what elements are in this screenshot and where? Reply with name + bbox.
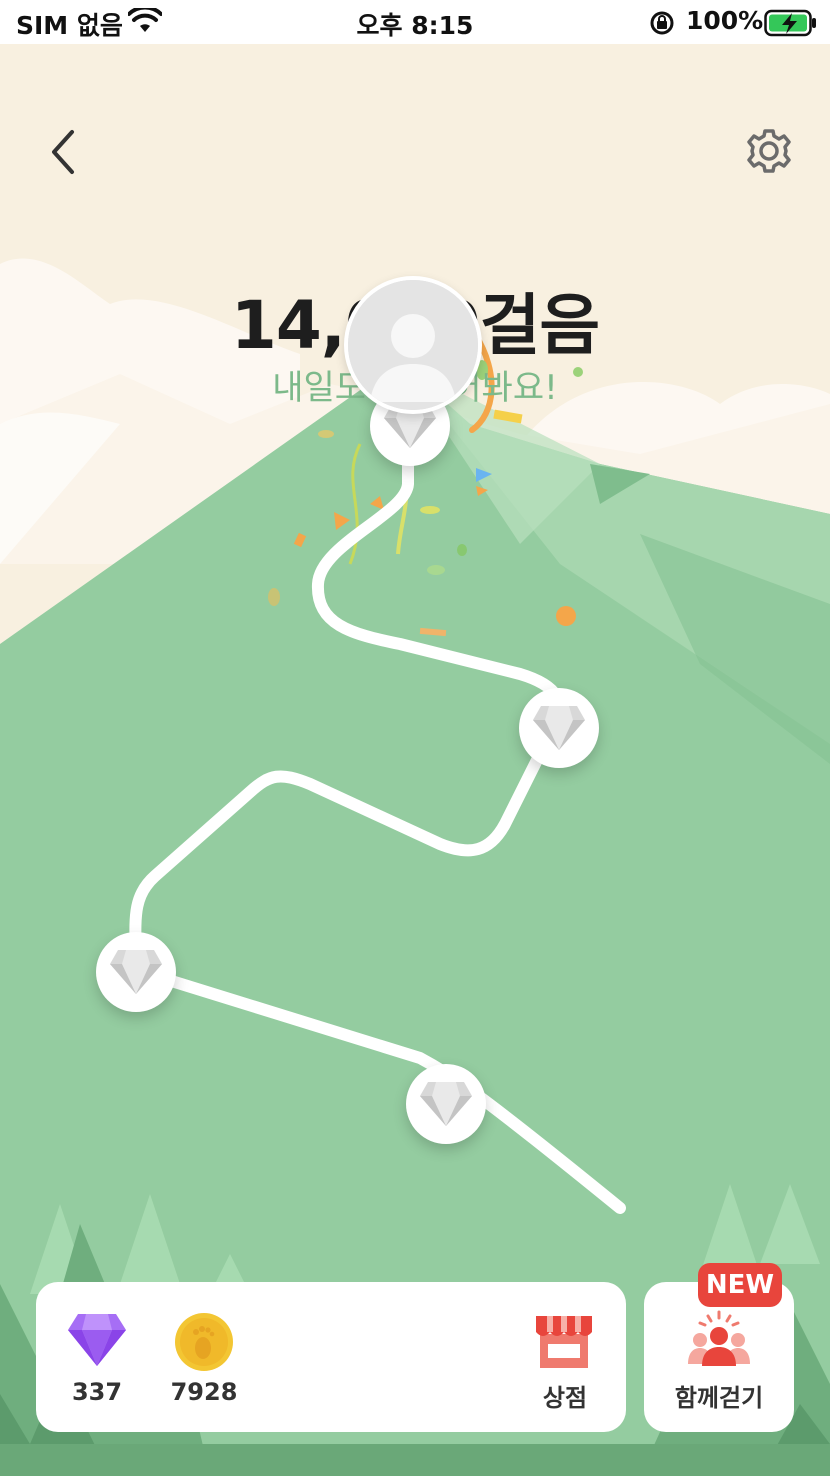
battery-percent: 100% xyxy=(686,6,764,35)
diamond-icon xyxy=(533,706,585,750)
new-badge: NEW xyxy=(698,1263,782,1307)
chevron-left-icon xyxy=(52,130,74,174)
battery-charging-icon xyxy=(764,9,816,37)
coin-count: 7928 xyxy=(170,1378,238,1406)
purple-gem-icon xyxy=(68,1314,126,1366)
gem-count: 337 xyxy=(71,1378,123,1406)
walk-together-label: 함께걷기 xyxy=(674,1384,764,1412)
mountain-background xyxy=(0,44,830,1476)
settings-button[interactable] xyxy=(738,122,800,180)
user-icon xyxy=(348,280,478,410)
group-people-icon xyxy=(688,1310,750,1366)
coin-balance xyxy=(174,1312,234,1372)
footprint-coin-icon xyxy=(175,1313,233,1371)
orientation-lock-icon xyxy=(650,11,674,35)
status-bar: SIM 없음 오후 8:15 100% xyxy=(0,0,830,44)
user-avatar[interactable] xyxy=(344,276,482,414)
walk-scene: 14,000걸음 내일도 더 걸어봐요! xyxy=(0,44,830,1476)
shop-button[interactable]: 상점 xyxy=(520,1304,610,1416)
gem-balance xyxy=(66,1312,128,1368)
back-button[interactable] xyxy=(36,122,92,182)
wallet-card: 337 7928 상점 xyxy=(36,1282,626,1432)
reward-node[interactable] xyxy=(519,688,599,768)
gear-icon xyxy=(747,129,791,173)
diamond-icon xyxy=(110,950,162,994)
reward-node[interactable] xyxy=(406,1064,486,1144)
store-icon xyxy=(536,1316,592,1368)
shop-label: 상점 xyxy=(542,1384,588,1412)
diamond-icon xyxy=(420,1082,472,1126)
reward-node[interactable] xyxy=(96,932,176,1012)
